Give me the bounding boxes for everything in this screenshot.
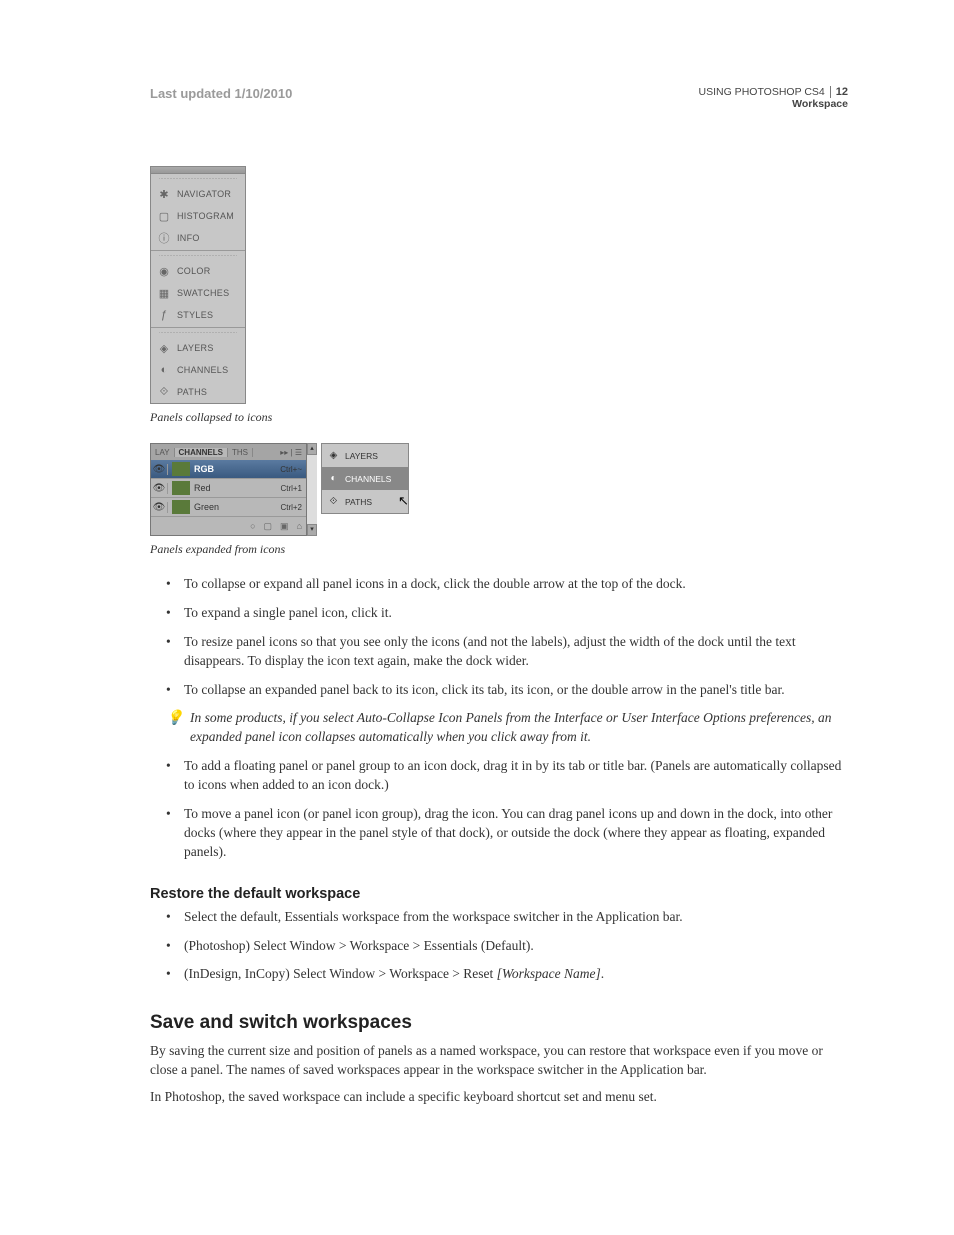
- channels-icon: ◐: [157, 363, 171, 377]
- lightbulb-icon: 💡: [166, 709, 182, 725]
- channel-shortcut: Ctrl+1: [280, 484, 306, 493]
- navigator-icon: ✱: [157, 187, 171, 201]
- dock-label: PATHS: [177, 387, 207, 397]
- dock-item-color: ◉ COLOR: [151, 260, 245, 282]
- footer-icon: ▢: [264, 521, 273, 532]
- list-item: To resize panel icons so that you see on…: [166, 633, 848, 671]
- restore-heading: Restore the default workspace: [150, 886, 848, 902]
- panel-menu-icon: ▸▸ | ☰: [276, 448, 306, 457]
- save-paragraph-2: In Photoshop, the saved workspace can in…: [150, 1088, 848, 1107]
- color-icon: ◉: [157, 264, 171, 278]
- channels-panel: LAY CHANNELS THS ▸▸ | ☰ 👁RGBCtrl+~👁RedCt…: [150, 443, 307, 536]
- channel-shortcut: Ctrl+2: [280, 503, 306, 512]
- dock-label: COLOR: [177, 266, 211, 276]
- cursor-icon: ↖: [398, 493, 409, 509]
- info-icon: ⓘ: [157, 231, 171, 245]
- header-right: USING PHOTOSHOP CS4 12 Workspace: [699, 86, 848, 110]
- side-label: PATHS: [345, 497, 372, 507]
- channel-thumb: [172, 500, 190, 514]
- channel-name: Red: [194, 483, 280, 493]
- visibility-icon: 👁: [151, 483, 168, 494]
- side-label: LAYERS: [345, 451, 378, 461]
- dock-item-paths: ⟐ PATHS: [151, 381, 245, 403]
- dock-label: SWATCHES: [177, 288, 229, 298]
- dock-item-info: ⓘ INFO: [151, 227, 245, 249]
- swatches-icon: ▦: [157, 286, 171, 300]
- footer-icon: ▣: [280, 521, 289, 532]
- layers-icon: ◈: [327, 449, 340, 462]
- channels-icon: ◐: [327, 472, 340, 485]
- list-item: (Photoshop) Select Window > Workspace > …: [166, 937, 848, 956]
- paths-icon: ⟐: [327, 495, 340, 508]
- side-item-channels: ◐ CHANNELS: [322, 467, 408, 490]
- paths-icon: ⟐: [157, 385, 171, 399]
- list-item: To add a floating panel or panel group t…: [166, 757, 848, 795]
- list-item: To collapse an expanded panel back to it…: [166, 681, 848, 700]
- dock-label: HISTOGRAM: [177, 211, 234, 221]
- styles-icon: ƒ: [157, 308, 171, 322]
- channel-shortcut: Ctrl+~: [280, 465, 306, 474]
- tip-text: In some products, if you select Auto-Col…: [190, 709, 848, 747]
- visibility-icon: 👁: [151, 502, 168, 513]
- channel-thumb: [172, 462, 190, 476]
- list-item: To move a panel icon (or panel icon grou…: [166, 805, 848, 862]
- channel-thumb: [172, 481, 190, 495]
- restore-list: Select the default, Essentials workspace…: [166, 908, 848, 985]
- figure1-caption: Panels collapsed to icons: [150, 410, 848, 425]
- collapsed-panel-dock-figure: ✱ NAVIGATOR ▢ HISTOGRAM ⓘ INFO ◉ COLOR ▦ SWATCHES…: [150, 166, 246, 404]
- panel-tabs: LAY CHANNELS THS ▸▸ | ☰: [151, 444, 306, 460]
- scroll-up-icon: ▴: [307, 443, 317, 455]
- channel-row: 👁 GreenCtrl+2: [151, 498, 306, 517]
- scroll-down-icon: ▾: [307, 524, 317, 536]
- list-item: To expand a single panel icon, click it.: [166, 604, 848, 623]
- side-item-layers: ◈ LAYERS: [322, 444, 408, 467]
- channel-name: Green: [194, 502, 280, 512]
- side-icon-dock: ◈ LAYERS ◐ CHANNELS ⟐ PATHS: [321, 443, 409, 514]
- dock-item-swatches: ▦ SWATCHES: [151, 282, 245, 304]
- instruction-list-2: To add a floating panel or panel group t…: [166, 757, 848, 861]
- dock-label: NAVIGATOR: [177, 189, 231, 199]
- dock-grip: [159, 176, 237, 181]
- dock-label: LAYERS: [177, 343, 214, 353]
- visibility-icon: 👁: [151, 464, 168, 475]
- channel-name: RGB: [194, 464, 280, 474]
- dock-label: CHANNELS: [177, 365, 228, 375]
- channel-row: 👁 RGBCtrl+~: [151, 460, 306, 479]
- list-item: To collapse or expand all panel icons in…: [166, 575, 848, 594]
- channel-row: 👁 RedCtrl+1: [151, 479, 306, 498]
- scrollbar: ▴ ▾: [307, 443, 317, 536]
- footer-icon: ○: [250, 521, 255, 531]
- save-paragraph-1: By saving the current size and position …: [150, 1042, 848, 1080]
- layers-icon: ◈: [157, 341, 171, 355]
- dock-header: [151, 167, 245, 174]
- histogram-icon: ▢: [157, 209, 171, 223]
- list-item: Select the default, Essentials workspace…: [166, 908, 848, 927]
- tab-layers: LAY: [151, 448, 175, 457]
- side-label: CHANNELS: [345, 474, 391, 484]
- list-item: (InDesign, InCopy) Select Window > Works…: [166, 965, 848, 984]
- doc-title: USING PHOTOSHOP CS4: [699, 86, 825, 98]
- tip-note: 💡 In some products, if you select Auto-C…: [166, 709, 848, 747]
- instruction-list-1: To collapse or expand all panel icons in…: [166, 575, 848, 699]
- panel-footer: ○ ▢ ▣ ⌂: [151, 517, 306, 535]
- footer-icon: ⌂: [297, 521, 302, 531]
- dock-item-channels: ◐ CHANNELS: [151, 359, 245, 381]
- page-number: 12: [830, 86, 848, 98]
- tab-channels: CHANNELS: [175, 448, 228, 457]
- dock-label: STYLES: [177, 310, 213, 320]
- tab-paths: THS: [228, 448, 253, 457]
- section-name: Workspace: [699, 98, 848, 110]
- scroll-track: [307, 455, 317, 524]
- dock-item-navigator: ✱ NAVIGATOR: [151, 183, 245, 205]
- expanded-panel-figure: LAY CHANNELS THS ▸▸ | ☰ 👁RGBCtrl+~👁RedCt…: [150, 443, 848, 536]
- dock-label: INFO: [177, 233, 200, 243]
- document-page: Last updated 1/10/2010 USING PHOTOSHOP C…: [0, 0, 954, 1235]
- dock-item-styles: ƒ STYLES: [151, 304, 245, 326]
- last-updated: Last updated 1/10/2010: [150, 86, 292, 101]
- save-heading: Save and switch workspaces: [150, 1012, 848, 1034]
- dock-item-layers: ◈ LAYERS: [151, 337, 245, 359]
- dock-item-histogram: ▢ HISTOGRAM: [151, 205, 245, 227]
- figure2-caption: Panels expanded from icons: [150, 542, 848, 557]
- side-item-paths: ⟐ PATHS: [322, 490, 408, 513]
